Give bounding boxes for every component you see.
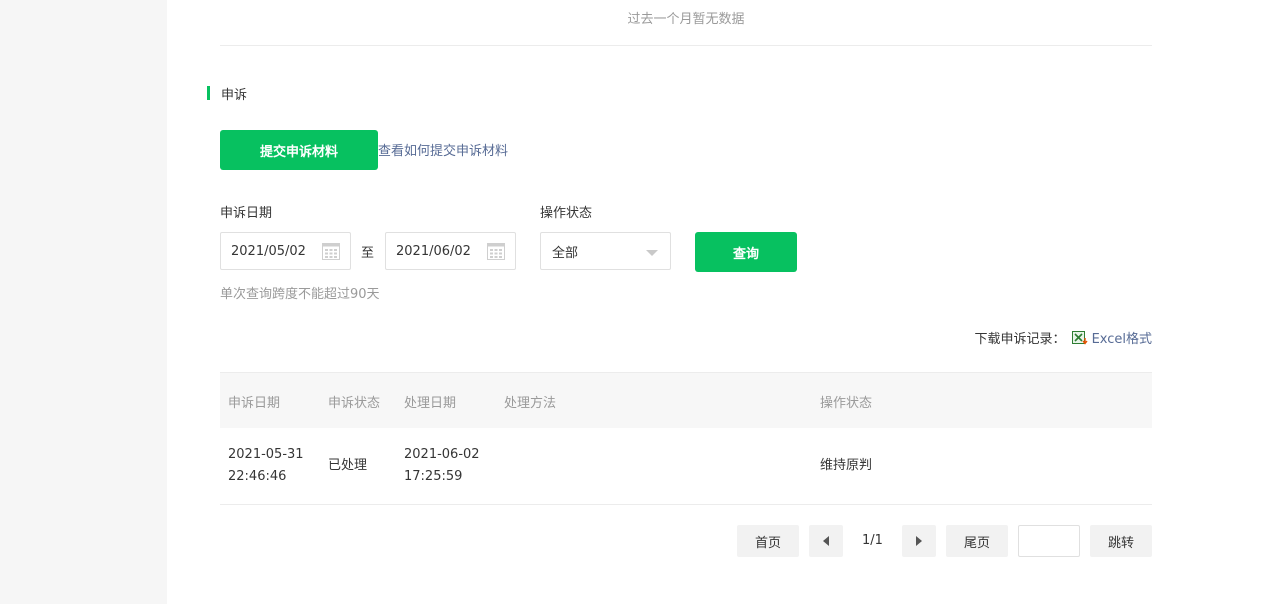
section-title: 申诉 bbox=[221, 88, 248, 103]
divider bbox=[220, 45, 1152, 46]
query-button[interactable]: 查询 bbox=[695, 232, 797, 272]
table-cell-appeal-date: 2021-05-31 22:46:46 bbox=[228, 447, 304, 484]
date-range-separator: 至 bbox=[361, 246, 375, 261]
last-page-button[interactable]: 尾页 bbox=[946, 525, 1008, 557]
status-select[interactable]: 全部 bbox=[540, 232, 671, 270]
first-page-button[interactable]: 首页 bbox=[737, 525, 799, 557]
excel-icon[interactable] bbox=[1071, 330, 1088, 345]
date-range-hint: 单次查询跨度不能超过90天 bbox=[220, 287, 380, 302]
download-label: 下载申诉记录： bbox=[974, 332, 1066, 347]
section-accent-bar bbox=[207, 86, 210, 100]
start-date-input[interactable] bbox=[221, 242, 323, 260]
end-date-input[interactable] bbox=[386, 242, 488, 260]
status-filter-label: 操作状态 bbox=[540, 206, 593, 221]
chevron-left-icon bbox=[823, 536, 829, 546]
end-date-picker[interactable] bbox=[385, 232, 516, 270]
table-cell-appeal-status: 已处理 bbox=[328, 458, 368, 473]
appeal-date-label: 申诉日期 bbox=[220, 206, 273, 221]
table-cell-process-date: 2021-06-02 17:25:59 bbox=[404, 447, 480, 484]
column-header: 操作状态 bbox=[820, 396, 873, 411]
main-content bbox=[167, 0, 1263, 604]
jump-button[interactable]: 跳转 bbox=[1090, 525, 1152, 557]
column-header: 处理方法 bbox=[504, 396, 557, 411]
chevron-down-icon bbox=[646, 250, 658, 256]
table-row: 2021-05-31 22:46:46 已处理 2021-06-02 17:25… bbox=[220, 428, 1152, 505]
table-cell-operation-status: 维持原判 bbox=[820, 458, 873, 473]
calendar-icon[interactable] bbox=[487, 243, 505, 260]
excel-download-link[interactable]: Excel格式 bbox=[1092, 328, 1152, 347]
page-jump-input[interactable] bbox=[1018, 525, 1080, 557]
download-records: 下载申诉记录： Excel格式 bbox=[975, 328, 1152, 347]
appeal-help-link[interactable]: 查看如何提交申诉材料 bbox=[378, 140, 508, 159]
appeal-records-table: 申诉日期 申诉状态 处理日期 处理方法 操作状态 2021-05-31 22:4… bbox=[220, 372, 1152, 505]
column-header: 申诉状态 bbox=[328, 396, 381, 411]
next-page-button[interactable] bbox=[902, 525, 936, 557]
column-header: 处理日期 bbox=[404, 396, 457, 411]
start-date-picker[interactable] bbox=[220, 232, 351, 270]
status-select-value: 全部 bbox=[552, 245, 579, 261]
prev-page-button[interactable] bbox=[809, 525, 843, 557]
submit-appeal-button[interactable]: 提交申诉材料 bbox=[220, 130, 378, 170]
table-header: 申诉日期 申诉状态 处理日期 处理方法 操作状态 bbox=[220, 372, 1152, 428]
calendar-icon[interactable] bbox=[322, 243, 340, 260]
page-indicator: 1/1 bbox=[862, 533, 883, 548]
column-header: 申诉日期 bbox=[228, 396, 281, 411]
left-sidebar bbox=[0, 0, 167, 604]
chevron-right-icon bbox=[916, 536, 922, 546]
no-data-message: 过去一个月暂无数据 bbox=[627, 12, 745, 27]
